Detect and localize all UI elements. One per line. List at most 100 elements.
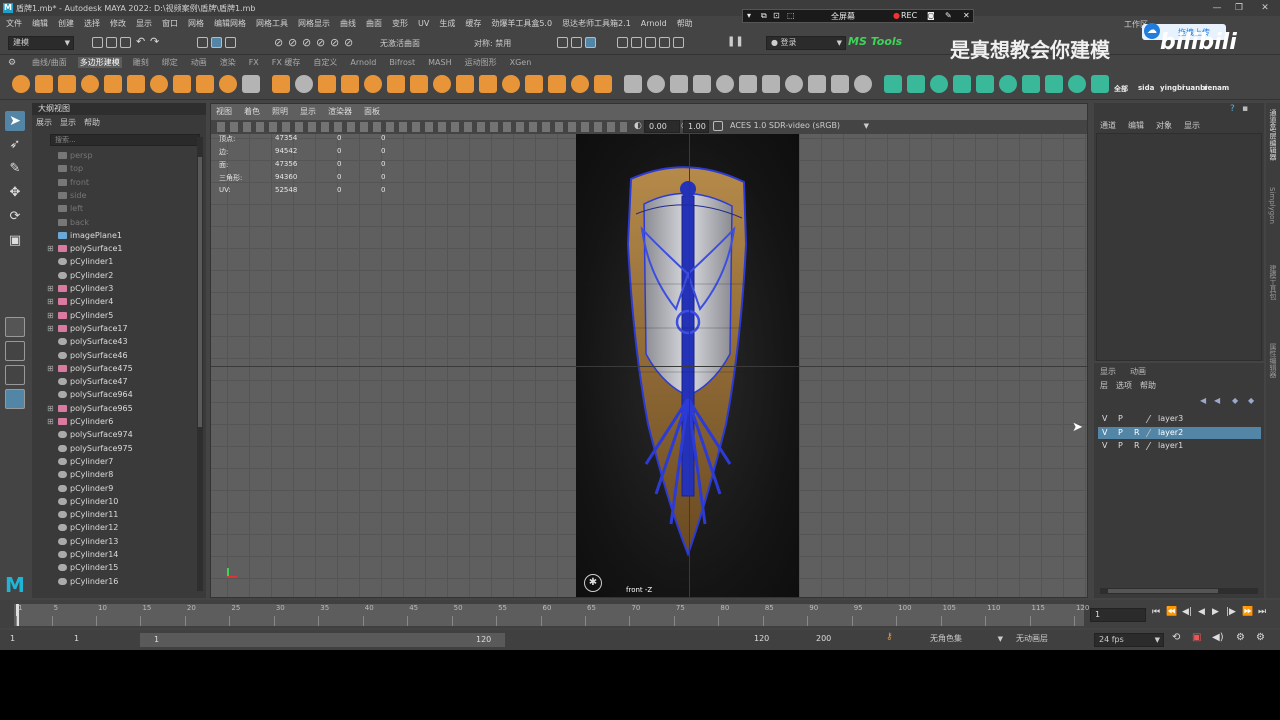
shelf-tab[interactable]: 动画 — [189, 57, 209, 68]
snap-grid-icon[interactable]: ⊘ — [274, 36, 283, 49]
expand-icon[interactable]: ⊞ — [47, 362, 54, 375]
anim-layer-dropdown[interactable]: 无动画层 — [1012, 633, 1082, 647]
expand-icon[interactable]: ⊞ — [47, 309, 54, 322]
viewport-grid[interactable]: ✱ front -Z — [211, 134, 1087, 597]
shelf-tab[interactable]: 多边形建模 — [77, 57, 122, 68]
layer-p-toggle[interactable]: P — [1118, 413, 1123, 425]
outliner-item[interactable]: imagePlane1 — [32, 229, 200, 242]
outliner-item[interactable]: pCylinder8 — [32, 468, 200, 481]
shelf-tab[interactable]: 雕刻 — [131, 57, 151, 68]
side-tab[interactable]: 建模工具包 — [1268, 265, 1278, 339]
shelf-tool-icon[interactable] — [693, 75, 711, 93]
close-button[interactable]: ✕ — [1254, 0, 1276, 16]
shelf-tool-icon[interactable] — [410, 75, 428, 93]
playback-end-field[interactable]: 120 — [750, 633, 806, 647]
step-back-key-icon[interactable]: ⏪ — [1166, 607, 1177, 617]
shelf-tool-icon[interactable] — [808, 75, 826, 93]
outliner-item[interactable]: left — [32, 202, 200, 215]
shelf-tool-icon[interactable] — [387, 75, 405, 93]
end-time-field[interactable]: 200 — [812, 633, 872, 647]
color-management-icon[interactable] — [713, 121, 723, 131]
shelf-tool-icon[interactable] — [930, 75, 948, 93]
playback-start-field[interactable]: 1 — [70, 633, 132, 647]
shelf-tool-icon[interactable] — [594, 75, 612, 93]
pause-icon[interactable]: ❚❚ — [727, 36, 744, 47]
menu-item[interactable]: 劲爆羊工具盒5.0 — [491, 18, 552, 29]
shelf-tab[interactable]: MASH — [426, 58, 453, 67]
shelf-tool-icon[interactable] — [196, 75, 214, 93]
overlay-crop-icon[interactable]: ⬚ — [787, 11, 795, 20]
render-frame-icon[interactable] — [617, 37, 628, 48]
outliner-menu-item[interactable]: 显示 — [60, 117, 76, 128]
viewport-menu-item[interactable]: 照明 — [272, 106, 288, 118]
select-hierarchy-icon[interactable] — [197, 37, 208, 48]
side-tab[interactable]: 通道盒/层编辑器 — [1268, 109, 1278, 183]
select-tool-icon[interactable]: ➤ — [5, 111, 25, 131]
shelf-tool-icon[interactable] — [272, 75, 290, 93]
menu-item[interactable]: 网格显示 — [298, 18, 330, 29]
menu-item[interactable]: 编辑 — [32, 18, 48, 29]
viewport-menu-item[interactable]: 视图 — [216, 106, 232, 118]
maximize-button[interactable]: ❐ — [1228, 0, 1250, 16]
layer-editor-menu-item[interactable]: 层 — [1100, 380, 1108, 391]
shelf-tool-icon[interactable] — [81, 75, 99, 93]
shelf-tool-icon[interactable] — [502, 75, 520, 93]
layer-color-swatch[interactable] — [1145, 442, 1159, 450]
outliner-item[interactable]: pCylinder11 — [32, 508, 200, 521]
outliner-item[interactable]: ⊞ polySurface1 — [32, 242, 200, 255]
viewport-menu-item[interactable]: 面板 — [364, 106, 380, 118]
lasso-tool-icon[interactable]: ➶ — [5, 137, 25, 157]
shelf-tool-icon[interactable] — [479, 75, 497, 93]
outliner-item[interactable]: front — [32, 176, 200, 189]
shelf-tool-icon[interactable] — [976, 75, 994, 93]
layer-editor-tab[interactable]: 显示 — [1100, 366, 1116, 377]
layer-p-toggle[interactable]: P — [1118, 427, 1123, 439]
outliner-item[interactable]: back — [32, 216, 200, 229]
layer-v-toggle[interactable]: V — [1102, 427, 1107, 439]
outliner-item[interactable]: pCylinder16 — [32, 575, 200, 588]
menu-item[interactable]: 创建 — [58, 18, 74, 29]
new-empty-layer-icon[interactable]: ◆ — [1232, 396, 1238, 405]
expand-icon[interactable]: ⊞ — [47, 282, 54, 295]
shelf-tab[interactable]: XGen — [508, 58, 534, 67]
outliner-item[interactable]: pCylinder1 — [32, 255, 200, 268]
layer-row[interactable]: V P Rlayer1 — [1098, 440, 1261, 452]
layout-outliner-icon[interactable] — [5, 389, 25, 409]
snap-curve-icon[interactable]: ⊘ — [288, 36, 297, 49]
shelf-tool-icon[interactable] — [716, 75, 734, 93]
shelf-tool-icon[interactable] — [127, 75, 145, 93]
camera-icon[interactable] — [585, 37, 596, 48]
shelf-settings-icon[interactable]: ⚙ — [8, 58, 18, 68]
menu-item[interactable]: 曲线 — [340, 18, 356, 29]
menu-item[interactable]: 选择 — [84, 18, 100, 29]
outliner-item[interactable]: ⊞ pCylinder3 — [32, 282, 200, 295]
layer-r-toggle[interactable]: R — [1134, 427, 1140, 439]
play-forward-icon[interactable]: ▶ — [1212, 607, 1219, 617]
range-slider-bar[interactable]: 1 120 — [140, 633, 505, 647]
menu-item[interactable]: 修改 — [110, 18, 126, 29]
help-icon[interactable]: ? — [1230, 104, 1235, 114]
outliner-item[interactable]: ⊞ pCylinder4 — [32, 295, 200, 308]
exposure-field[interactable]: 0.00 — [644, 120, 680, 133]
move-layer-up-icon[interactable]: ◀ — [1200, 396, 1206, 405]
go-to-start-icon[interactable]: ⏮ — [1152, 607, 1160, 617]
viewport-menu-item[interactable]: 显示 — [300, 106, 316, 118]
outliner-item[interactable]: ⊞ pCylinder5 — [32, 309, 200, 322]
shelf-tab[interactable]: 自定义 — [311, 57, 339, 68]
shelf-tool-icon[interactable] — [999, 75, 1017, 93]
character-key-icon[interactable]: ⚷ — [886, 632, 893, 642]
outliner-item[interactable]: pCylinder9 — [32, 482, 200, 495]
panel-close-icon[interactable]: ▪ — [1242, 104, 1248, 114]
menu-item[interactable]: 思达老师工具箱2.1 — [562, 18, 631, 29]
outliner-item[interactable]: pCylinder14 — [32, 548, 200, 561]
shelf-tool-icon[interactable] — [907, 75, 925, 93]
shelf-tool-icon[interactable] — [739, 75, 757, 93]
menu-item[interactable]: 文件 — [6, 18, 22, 29]
hypershade-icon[interactable] — [659, 37, 670, 48]
shelf-tool-icon[interactable] — [785, 75, 803, 93]
outliner-item[interactable]: polySurface964 — [32, 388, 200, 401]
outliner-item[interactable]: polySurface47 — [32, 375, 200, 388]
shelf-tab[interactable]: 曲线/曲面 — [30, 57, 69, 68]
shelf-tool-icon[interactable] — [1091, 75, 1109, 93]
symmetry-label[interactable]: 对称: 禁用 — [474, 38, 511, 49]
